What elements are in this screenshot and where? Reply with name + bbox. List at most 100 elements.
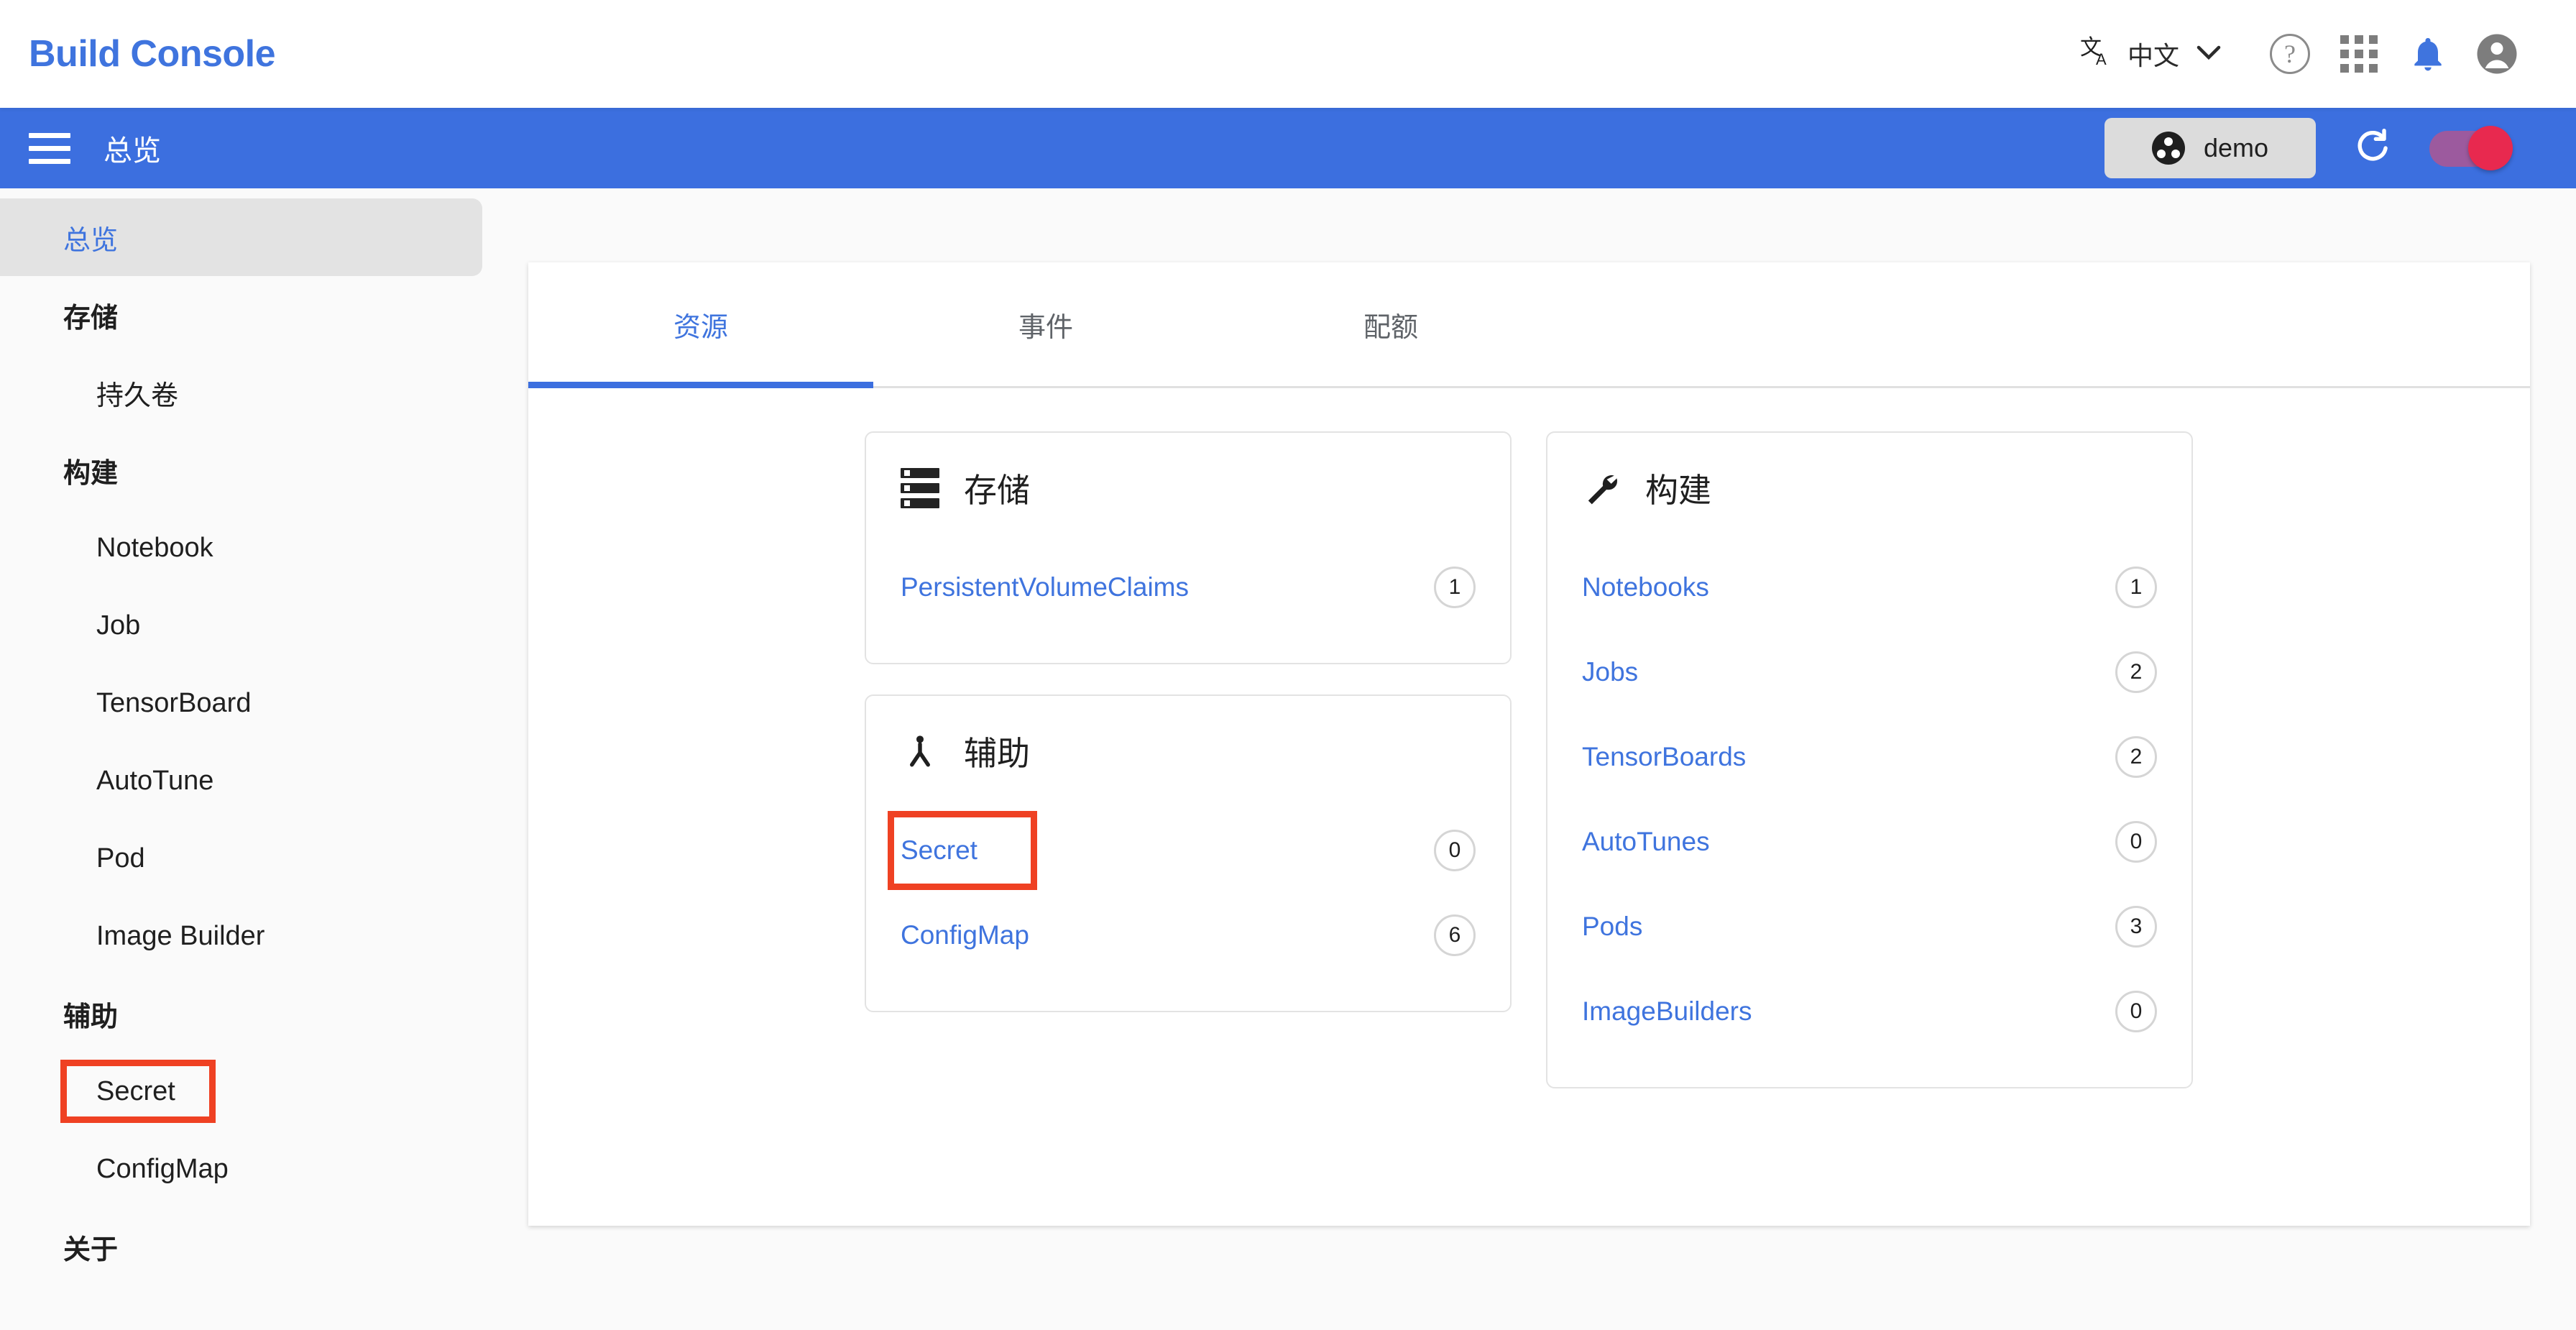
card-build: 构建 Notebooks 1 Jobs 2 TensorBoards 2 Aut… — [1546, 431, 2193, 1088]
resource-link[interactable]: Notebooks — [1582, 572, 1709, 602]
namespace-selector[interactable]: demo — [2104, 118, 2316, 178]
translate-icon: 文 A — [2080, 33, 2115, 73]
card-header: 存储 — [901, 464, 1476, 512]
resource-count-badge: 1 — [2115, 567, 2157, 608]
sidebar-item-label: Secret — [96, 1076, 175, 1106]
sidebar-item-overview[interactable]: 总览 — [0, 198, 482, 276]
sidebar-item-label: AutoTune — [96, 765, 214, 796]
resource-count-badge: 0 — [2115, 821, 2157, 863]
tab-label: 事件 — [1018, 312, 1073, 343]
sidebar-group-label: 辅助 — [63, 1001, 119, 1032]
help-button[interactable]: ? — [2255, 19, 2324, 88]
resource-link[interactable]: ImageBuilders — [1582, 996, 1752, 1027]
sidebar-item-tensorboard[interactable]: TensorBoard — [0, 664, 528, 742]
resource-link[interactable]: Secret — [901, 835, 978, 866]
toolbar-left: 总览 — [29, 127, 161, 169]
card-title: 辅助 — [964, 735, 1030, 772]
sidebar-group-label: 存储 — [63, 303, 119, 334]
toggle-thumb — [2468, 126, 2513, 170]
notifications-button[interactable] — [2393, 19, 2462, 88]
tab-quota[interactable]: 配额 — [1218, 262, 1563, 386]
resource-link[interactable]: TensorBoards — [1582, 742, 1746, 772]
account-button[interactable] — [2462, 19, 2531, 88]
resource-row-pvc[interactable]: PersistentVolumeClaims 1 — [901, 545, 1476, 630]
sidebar-group-label: 关于 — [63, 1234, 119, 1265]
tab-resources[interactable]: 资源 — [528, 262, 873, 386]
resource-link[interactable]: AutoTunes — [1582, 827, 1710, 857]
resource-count-badge: 0 — [2115, 991, 2157, 1032]
sidebar-item-label: 总览 — [63, 225, 119, 256]
resource-count-badge: 0 — [1434, 830, 1476, 871]
sidebar-group-about: 关于 — [0, 1208, 528, 1285]
card-header: 构建 — [1582, 464, 2157, 512]
resource-row-tensorboards[interactable]: TensorBoards 2 — [1582, 715, 2157, 799]
sidebar-item-notebook[interactable]: Notebook — [0, 509, 528, 587]
sidebar-item-label: Notebook — [96, 532, 213, 563]
tab-label: 资源 — [673, 312, 728, 343]
svg-text:A: A — [2096, 50, 2107, 68]
refresh-icon — [2358, 129, 2388, 161]
resource-count-badge: 2 — [2115, 736, 2157, 778]
main-content-panel: 资源 事件 配额 存储 PersistentVolumeClaims 1 辅助 … — [528, 262, 2530, 1226]
account-avatar-icon — [2477, 34, 2517, 74]
sidebar-item-persistent-volume[interactable]: 持久卷 — [0, 354, 528, 431]
resource-count-badge: 2 — [2115, 651, 2157, 693]
resource-cards-row: 存储 PersistentVolumeClaims 1 辅助 Secret 0 … — [528, 388, 2530, 1088]
tab-events[interactable]: 事件 — [873, 262, 1218, 386]
sidebar-item-label: Image Builder — [96, 920, 265, 951]
sidebar-item-configmap[interactable]: ConfigMap — [0, 1130, 528, 1208]
left-card-column: 存储 PersistentVolumeClaims 1 辅助 Secret 0 … — [865, 431, 1512, 1088]
theme-toggle[interactable] — [2429, 126, 2524, 170]
sidebar-item-label: TensorBoard — [96, 687, 252, 718]
page-title: 总览 — [104, 135, 161, 167]
hamburger-menu-icon[interactable] — [29, 132, 70, 164]
sidebar-navigation: 总览 存储 持久卷 构建 Notebook Job TensorBoard Au… — [0, 188, 528, 1330]
help-icon: ? — [2270, 34, 2310, 74]
resource-link[interactable]: Pods — [1582, 912, 1642, 942]
right-card-column: 构建 Notebooks 1 Jobs 2 TensorBoards 2 Aut… — [1546, 431, 2193, 1088]
namespace-icon — [2151, 132, 2185, 165]
resource-row-secret[interactable]: Secret 0 — [888, 808, 1476, 893]
header-actions: 文 A 中文 ? — [2080, 19, 2531, 88]
resource-row-pods[interactable]: Pods 3 — [1582, 884, 2157, 969]
tab-label: 配额 — [1363, 312, 1418, 343]
sidebar-group-storage: 存储 — [0, 276, 528, 354]
resource-row-jobs[interactable]: Jobs 2 — [1582, 630, 2157, 715]
resource-row-imagebuilders[interactable]: ImageBuilders 0 — [1582, 969, 2157, 1054]
app-header: Build Console 文 A 中文 ? — [0, 0, 2576, 108]
resource-row-autotunes[interactable]: AutoTunes 0 — [1582, 799, 2157, 884]
language-label: 中文 — [2127, 41, 2179, 70]
sidebar-item-secret[interactable]: Secret — [0, 1052, 528, 1130]
sidebar-item-label: Job — [96, 610, 141, 641]
language-selector[interactable]: 文 A 中文 — [2080, 35, 2221, 74]
resource-count-badge: 3 — [2115, 906, 2157, 948]
brand-title: Build Console — [29, 33, 276, 75]
tab-bar: 资源 事件 配额 — [528, 262, 2530, 388]
sidebar-group-label: 构建 — [63, 458, 119, 489]
sidebar-item-image-builder[interactable]: Image Builder — [0, 897, 528, 975]
chevron-down-icon — [2196, 42, 2221, 66]
wrench-icon — [1582, 469, 1621, 508]
resource-row-notebooks[interactable]: Notebooks 1 — [1582, 545, 2157, 630]
resource-row-configmap[interactable]: ConfigMap 6 — [901, 893, 1476, 978]
sidebar-item-autotune[interactable]: AutoTune — [0, 742, 528, 820]
resource-count-badge: 1 — [1434, 567, 1476, 608]
sidebar-group-auxiliary: 辅助 — [0, 975, 528, 1052]
namespace-label: demo — [2203, 133, 2268, 162]
accessibility-person-icon — [901, 732, 939, 771]
sidebar-item-pod[interactable]: Pod — [0, 820, 528, 897]
refresh-button[interactable] — [2347, 123, 2398, 173]
sidebar-group-build: 构建 — [0, 431, 528, 509]
apps-launcher-button[interactable] — [2324, 19, 2393, 88]
resource-link[interactable]: Jobs — [1582, 657, 1638, 687]
resource-link[interactable]: PersistentVolumeClaims — [901, 572, 1189, 602]
apps-grid-icon — [2340, 35, 2378, 73]
sidebar-item-label: ConfigMap — [96, 1153, 229, 1184]
sidebar-item-label: Pod — [96, 843, 145, 873]
resource-link[interactable]: ConfigMap — [901, 920, 1029, 950]
card-header: 辅助 — [901, 728, 1476, 775]
card-storage: 存储 PersistentVolumeClaims 1 — [865, 431, 1512, 664]
active-tab-indicator — [528, 382, 873, 388]
notifications-bell-icon — [2414, 37, 2442, 71]
sidebar-item-job[interactable]: Job — [0, 587, 528, 664]
